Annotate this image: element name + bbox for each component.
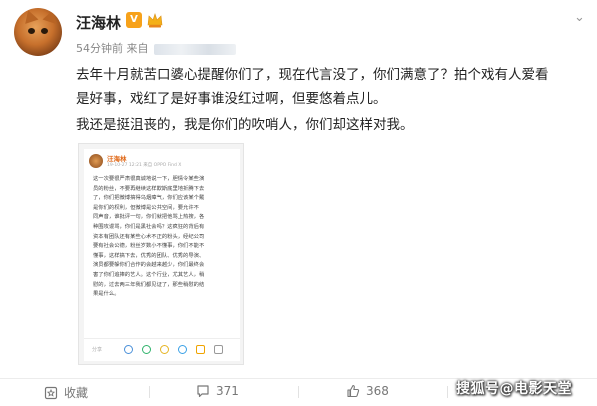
embedded-text-line: 资本有团队还有某些心术不正的粉头，经纪公司 xyxy=(93,233,205,240)
embedded-text-line: 要有社会公德，粉丝岁数小不懂事，你们不能不 xyxy=(93,243,205,250)
embedded-weibo-icon xyxy=(160,345,169,354)
embedded-text-line: 果是什么。 xyxy=(93,291,120,298)
embedded-text-line: 懂事，这样搞下去，优秀的团队、优秀的导演、 xyxy=(93,252,205,259)
embedded-share-label: 分享 xyxy=(92,347,103,353)
member-crown-icon xyxy=(147,13,163,28)
comment-icon xyxy=(197,385,209,398)
post-meta: 54分钟前 来自 xyxy=(76,40,236,56)
embedded-text-line: 同声音，谁批评一句，你们就把他骂上热搜，各 xyxy=(93,214,205,221)
post-text-line: 去年十月就苦口婆心提醒你们了，现在代言没了，你们满意了？拍个戏有人爱看 xyxy=(76,67,549,83)
embedded-moments-icon xyxy=(142,345,151,354)
verified-v-icon: V xyxy=(126,12,142,28)
user-avatar[interactable] xyxy=(14,8,62,56)
embedded-text-line: 是你们的权利，但微博是公共空间，要允许不 xyxy=(93,204,199,211)
sohu-watermark: 搜狐号@电影天堂 xyxy=(456,381,572,397)
comment-button[interactable]: 371 xyxy=(196,384,239,400)
cat-eye-right xyxy=(41,28,48,34)
embedded-meta: 19-10-27 12:21 来自 OPPO Find X xyxy=(107,163,182,168)
embedded-qq-icon xyxy=(178,345,187,354)
like-button[interactable]: 368 xyxy=(346,384,389,400)
embedded-text: 这一次要很严肃很真诚地说一下，胆情令某些演 员的粉丝，不要再继续这样欺斯底里地折… xyxy=(93,175,235,300)
thumbs-up-icon xyxy=(347,384,360,398)
cat-ear-left xyxy=(21,8,39,24)
embedded-text-line: 演员都要躲你们合作的会越来越少，你们最终会 xyxy=(93,262,205,269)
embedded-text-line: 了，你们把微博搞得乌烟瘴气，你们应该某个戴 xyxy=(93,195,205,202)
embedded-text-line: 种围攻谩骂，你们是黑社会吗？这疯狂的背后有 xyxy=(93,223,205,230)
cat-eye-left xyxy=(28,28,35,34)
post-source-prefix: 来自 xyxy=(126,42,149,55)
embedded-more-icon xyxy=(214,345,223,354)
attached-screenshot-image[interactable]: 汪海林 19-10-27 12:21 来自 OPPO Find X 这一次要很严… xyxy=(78,143,244,365)
embedded-text-line: 员的粉丝，不要再继续这样欺斯底里地折腾下去 xyxy=(93,185,205,192)
action-separator xyxy=(298,386,299,398)
post-time: 54分钟前 xyxy=(76,42,123,55)
embedded-text-line: 这一次要很严肃很真诚地说一下，胆情令某些演 xyxy=(93,176,205,182)
embedded-avatar xyxy=(89,154,103,168)
username[interactable]: 汪海林 xyxy=(76,12,121,33)
weibo-post: 汪海林 V ⌄ 54分钟前 来自 去年十月就苦口婆心提醒你们了，现在代言没了，你… xyxy=(0,0,597,406)
like-count: 368 xyxy=(366,384,389,398)
action-separator xyxy=(149,386,150,398)
embedded-wechat-icon xyxy=(124,345,133,354)
favorite-button[interactable]: 收藏 xyxy=(44,384,88,400)
embedded-share-bar: 分享 xyxy=(84,338,240,360)
cat-ear-right xyxy=(42,8,60,24)
embedded-text-line: 慰的，过去两三年我们都见证了，那些稍慰的结 xyxy=(93,281,205,288)
more-chevron-icon[interactable]: ⌄ xyxy=(574,10,585,25)
embedded-weibo-card: 汪海林 19-10-27 12:21 来自 OPPO Find X 这一次要很严… xyxy=(84,149,240,361)
post-text-line: 我还是挺沮丧的，我是你们的吹哨人，你们却这样对我。 xyxy=(76,117,414,133)
favorite-icon xyxy=(44,386,58,400)
blurred-source xyxy=(154,43,236,55)
embedded-qzone-icon xyxy=(196,345,205,354)
action-separator xyxy=(447,386,448,398)
post-text-line: 是好事，戏红了是好事谁没红过啊，但要悠着点儿。 xyxy=(76,91,387,107)
embedded-text-line: 害了你们追捧的艺人。这个行业，尤其艺人，稍 xyxy=(93,271,205,278)
comment-count: 371 xyxy=(216,384,239,398)
favorite-label: 收藏 xyxy=(64,386,89,400)
